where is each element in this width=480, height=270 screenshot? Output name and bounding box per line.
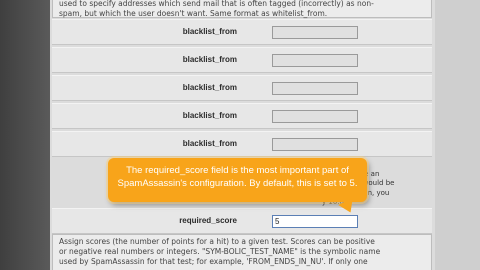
blacklist-from-row: blacklist_from: [52, 103, 432, 129]
blacklist-from-row: blacklist_from: [52, 47, 432, 73]
required-score-label: required_score: [179, 216, 237, 225]
blacklist-from-label: blacklist_from: [182, 55, 237, 64]
blacklist-from-input[interactable]: [272, 82, 358, 95]
scores-description: Assign scores (the number of points for …: [52, 234, 432, 270]
required-score-input[interactable]: 5: [272, 215, 358, 228]
window-frame: used to specify addresses which send mai…: [0, 0, 480, 270]
whitelist-description: used to specify addresses which send mai…: [52, 0, 432, 18]
blacklist-from-label: blacklist_from: [182, 111, 237, 120]
right-scroll-area[interactable]: [434, 0, 480, 270]
blacklist-from-row: blacklist_from: [52, 131, 432, 157]
left-backdrop: [0, 0, 50, 270]
description-line: spam, but which the user doesn't want. S…: [59, 9, 328, 18]
required-score-row: required_score 5: [52, 208, 432, 234]
callout-line: The required_score field is the most imp…: [126, 165, 349, 176]
blacklist-from-row: blacklist_from: [52, 75, 432, 101]
description-line: used by SpamAssassin for that test; for …: [59, 257, 368, 266]
blacklist-from-label: blacklist_from: [182, 27, 237, 36]
description-line: used to specify addresses which send mai…: [59, 0, 374, 8]
blacklist-from-input[interactable]: [272, 110, 358, 123]
description-line: Assign scores (the number of points for …: [59, 237, 375, 246]
description-line: or negative real numbers or integers. "S…: [59, 247, 381, 256]
blacklist-from-row: blacklist_from: [52, 19, 432, 45]
callout-line: SpamAssassin's configuration. By default…: [117, 178, 358, 189]
blacklist-from-input[interactable]: [272, 26, 358, 39]
blacklist-from-input[interactable]: [272, 138, 358, 151]
blacklist-from-label: blacklist_from: [182, 139, 237, 148]
tutorial-callout: The required_score field is the most imp…: [108, 158, 367, 202]
blacklist-from-input[interactable]: [272, 54, 358, 67]
config-form: used to specify addresses which send mai…: [50, 0, 435, 270]
blacklist-from-label: blacklist_from: [182, 83, 237, 92]
